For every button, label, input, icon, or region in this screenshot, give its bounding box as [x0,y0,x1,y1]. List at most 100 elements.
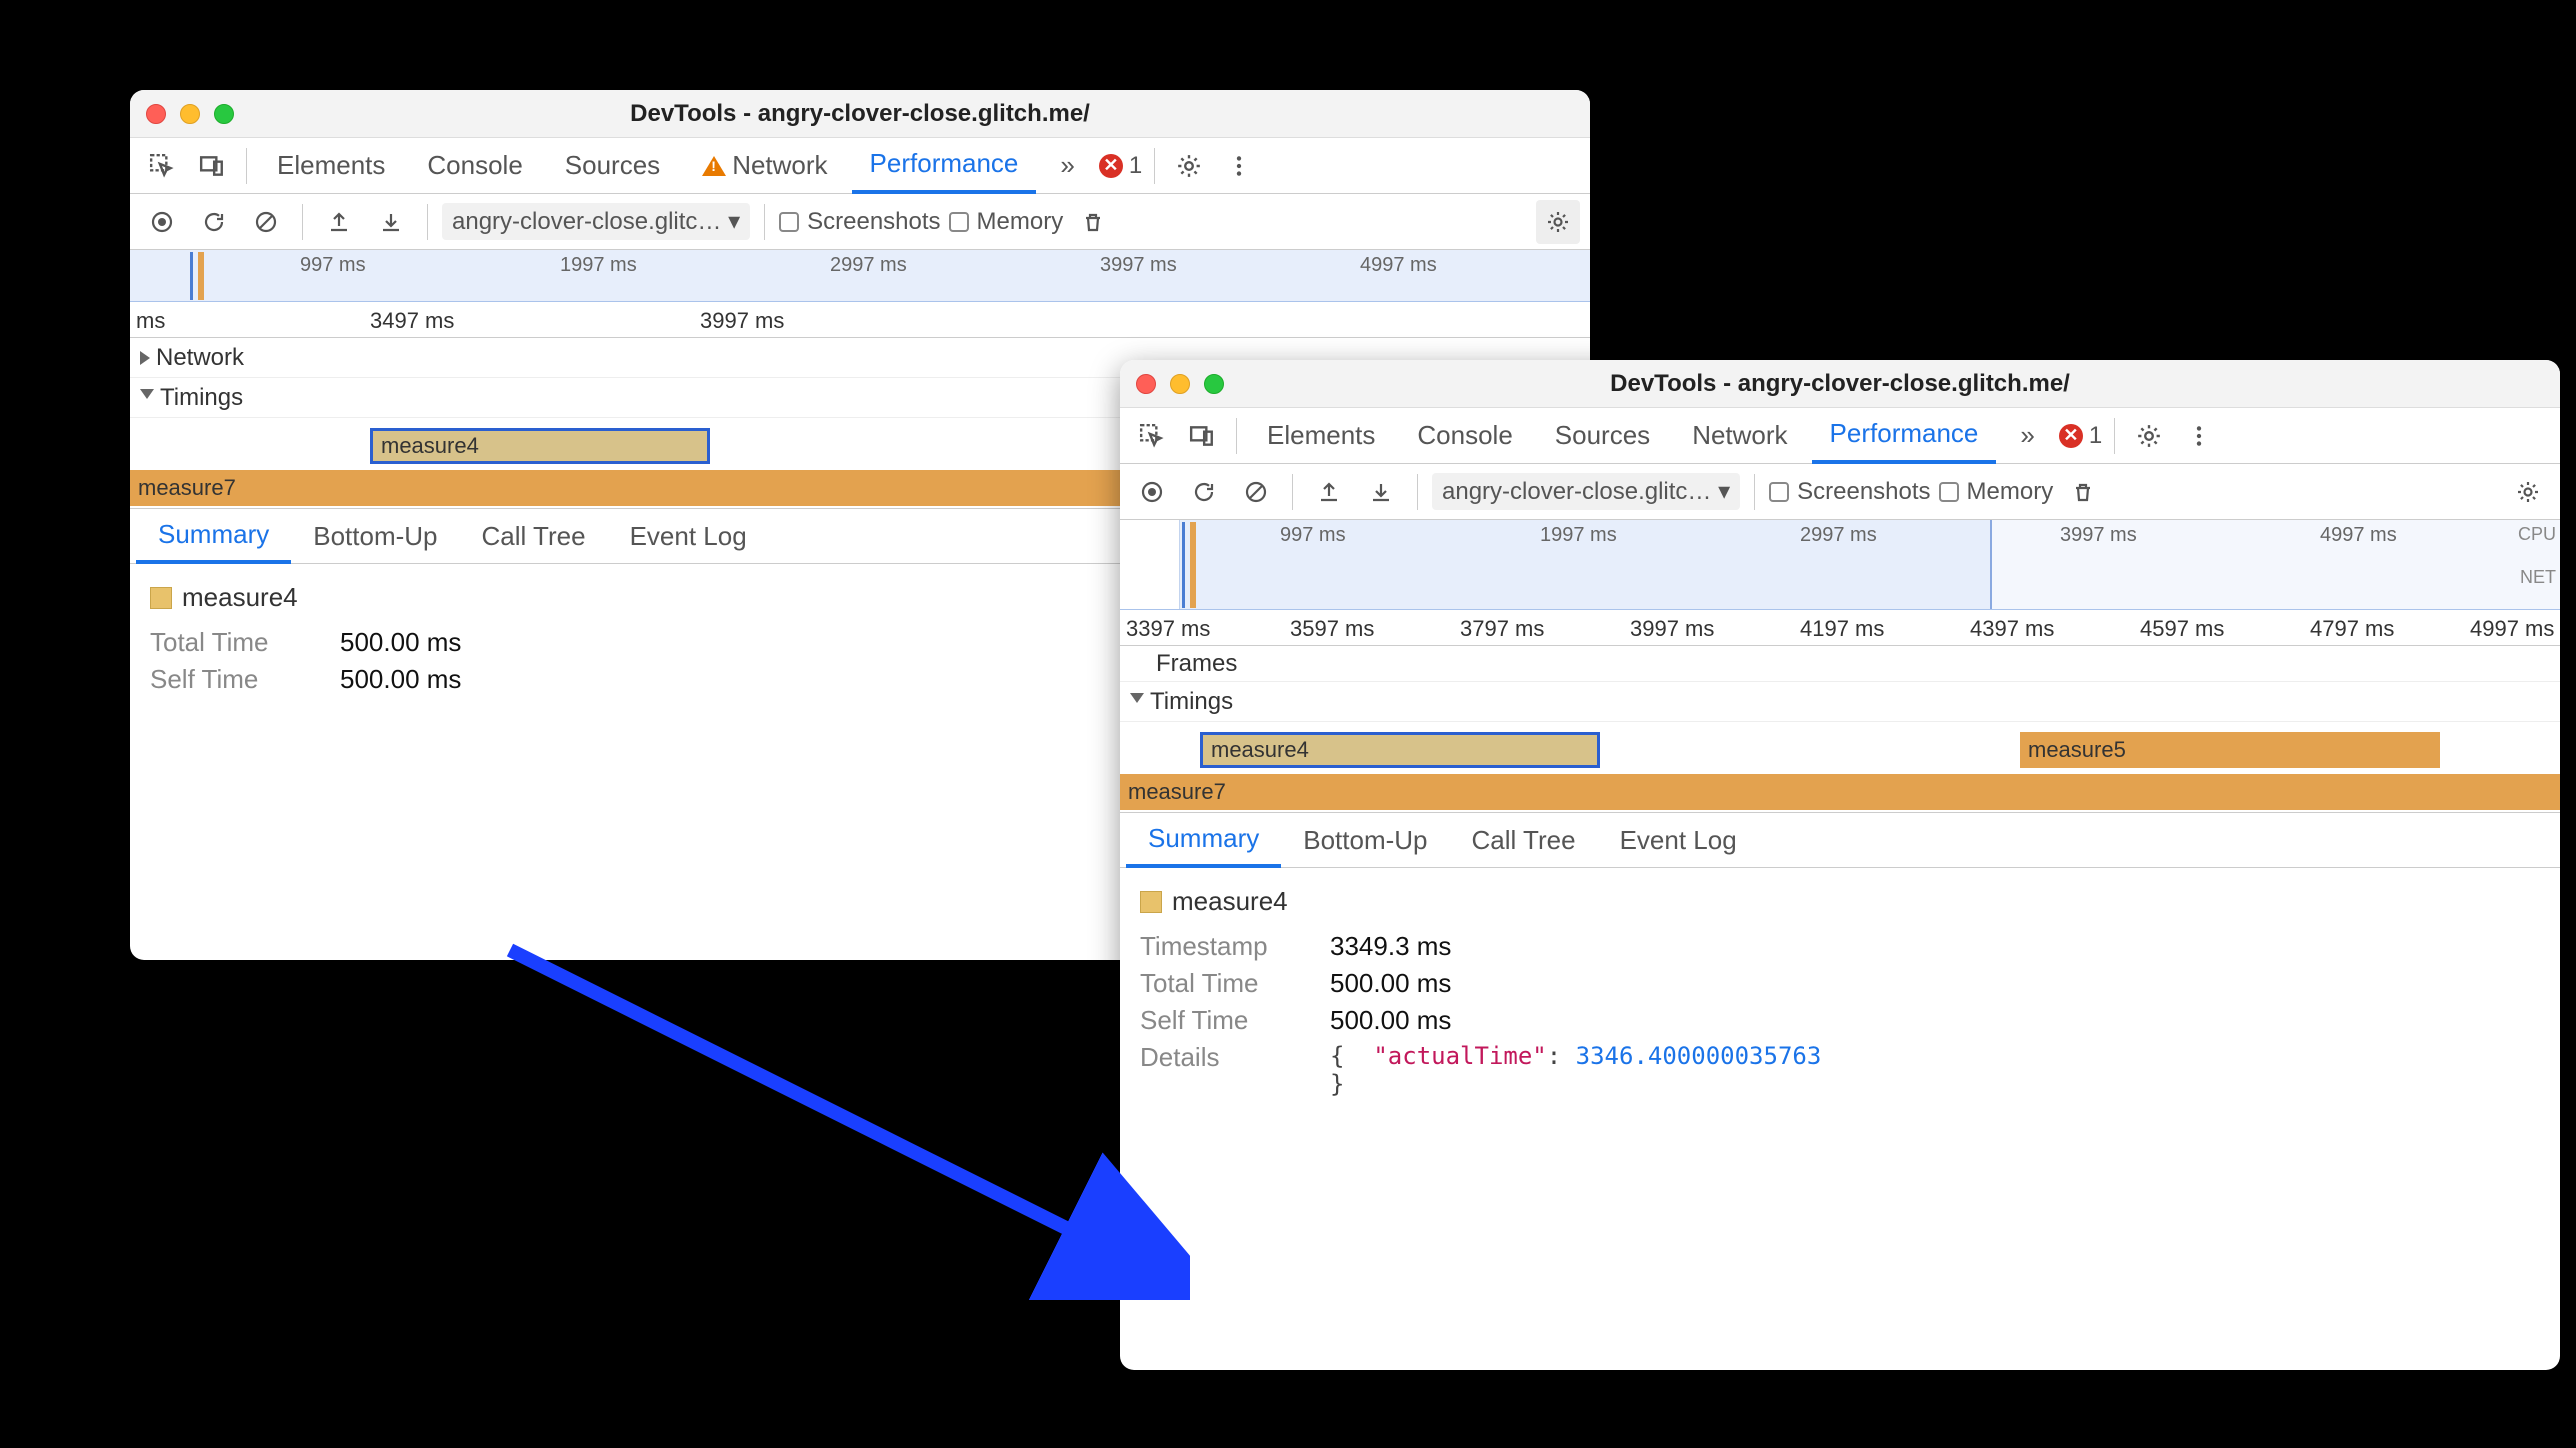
titlebar: DevTools - angry-clover-close.glitch.me/ [130,90,1590,138]
track-frames-label: Frames [1156,650,1237,678]
error-badge[interactable]: ✕ 1 [1099,152,1142,180]
tab-network-label: Network [732,150,827,181]
upload-icon[interactable] [1307,470,1351,514]
tab-elements[interactable]: Elements [1249,408,1393,464]
timeline-overview[interactable]: 997 ms 1997 ms 2997 ms 3997 ms 4997 ms [130,250,1590,302]
track-network-label: Network [156,344,244,372]
flamechart-area[interactable]: measure4 measure5 measure7 [1120,722,2560,812]
tab-network[interactable]: Network [684,138,845,194]
profile-selector[interactable]: angry-clover-close.glitc… ▾ [1432,473,1740,510]
tab-performance[interactable]: Performance [852,138,1037,194]
subtab-summary[interactable]: Summary [136,508,291,564]
reload-icon[interactable] [1182,470,1226,514]
fullscreen-window-button[interactable] [1204,374,1224,394]
flame-bar-measure7[interactable]: measure7 [1120,774,2560,810]
overview-tick: 2997 ms [830,254,907,277]
inspect-element-icon[interactable] [1130,414,1174,458]
download-icon[interactable] [1359,470,1403,514]
overview-tick: 2997 ms [1800,524,1877,547]
error-count: 1 [1129,152,1142,180]
error-badge[interactable]: ✕ 1 [2059,422,2102,450]
timeline-overview[interactable]: 997 ms 1997 ms 2997 ms 3997 ms 4997 ms C… [1120,520,2560,610]
ruler-tick: 4197 ms [1800,616,1884,642]
gc-icon[interactable] [2061,470,2105,514]
kebab-menu-icon[interactable] [1217,144,1261,188]
ruler-tick: 3597 ms [1290,616,1374,642]
close-window-button[interactable] [146,104,166,124]
summary-header: measure4 [1140,886,2540,917]
timestamp-label: Timestamp [1140,931,1310,962]
ruler-tick: 3397 ms [1126,616,1210,642]
subtab-eventlog[interactable]: Event Log [1598,812,1759,868]
overview-tick: 997 ms [1280,524,1346,547]
ruler-tick: 4597 ms [2140,616,2224,642]
record-icon[interactable] [1130,470,1174,514]
flame-bar-measure4[interactable]: measure4 [370,428,710,464]
details-json-key: "actualTime" [1373,1042,1546,1070]
subtab-summary[interactable]: Summary [1126,812,1281,868]
subtab-bottomup[interactable]: Bottom-Up [291,508,459,564]
annotation-arrow [470,930,1190,1300]
flamechart-ruler[interactable]: ms 3497 ms 3997 ms [130,302,1590,338]
screenshots-checkbox[interactable]: Screenshots [1769,478,1930,506]
device-toolbar-icon[interactable] [190,144,234,188]
memory-checkbox[interactable]: Memory [949,208,1064,236]
tab-sources[interactable]: Sources [547,138,678,194]
clear-icon[interactable] [1234,470,1278,514]
inspect-element-icon[interactable] [140,144,184,188]
tab-more[interactable]: » [1042,138,1092,194]
close-window-button[interactable] [1136,374,1156,394]
tab-console[interactable]: Console [409,138,540,194]
flame-bar-measure4[interactable]: measure4 [1200,732,1600,768]
tab-sources[interactable]: Sources [1537,408,1668,464]
capture-settings-icon[interactable] [1536,200,1580,244]
settings-icon[interactable] [1167,144,1211,188]
subtab-eventlog[interactable]: Event Log [608,508,769,564]
tab-more[interactable]: » [2002,408,2052,464]
download-icon[interactable] [369,200,413,244]
subtab-bottomup[interactable]: Bottom-Up [1281,812,1449,868]
color-swatch-icon [150,587,172,609]
flamechart-ruler[interactable]: 3397 ms 3597 ms 3797 ms 3997 ms 4197 ms … [1120,610,2560,646]
capture-settings-icon[interactable] [2506,470,2550,514]
total-time-label: Total Time [150,627,320,658]
collapsed-arrow-icon [140,351,150,365]
flame-bar-measure5[interactable]: measure5 [2020,732,2440,768]
subtab-calltree[interactable]: Call Tree [460,508,608,564]
profile-selector[interactable]: angry-clover-close.glitc… ▾ [442,203,750,240]
tab-console[interactable]: Console [1399,408,1530,464]
total-time-value: 500.00 ms [1330,968,1451,999]
overview-tick: 1997 ms [1540,524,1617,547]
memory-label: Memory [977,208,1064,236]
kebab-menu-icon[interactable] [2177,414,2221,458]
ruler-tick: 4997 ms [2470,616,2554,642]
minimize-window-button[interactable] [1170,374,1190,394]
track-timings[interactable]: Timings [1120,682,2560,722]
upload-icon[interactable] [317,200,361,244]
tab-elements[interactable]: Elements [259,138,403,194]
memory-checkbox[interactable]: Memory [1939,478,2054,506]
gc-icon[interactable] [1071,200,1115,244]
ruler-tick: 3997 ms [1630,616,1714,642]
record-icon[interactable] [140,200,184,244]
ruler-tick: 3997 ms [700,308,784,334]
color-swatch-icon [1140,891,1162,913]
minimize-window-button[interactable] [180,104,200,124]
error-icon: ✕ [2059,424,2083,448]
timestamp-value: 3349.3 ms [1330,931,1451,962]
settings-icon[interactable] [2127,414,2171,458]
details-json: { "actualTime": 3346.400000035763 } [1330,1042,1821,1098]
screenshots-checkbox[interactable]: Screenshots [779,208,940,236]
reload-icon[interactable] [192,200,236,244]
track-frames[interactable]: Frames [1120,646,2560,682]
tab-performance[interactable]: Performance [1812,408,1997,464]
window-title: DevTools - angry-clover-close.glitch.me/ [1120,370,2560,398]
subtab-calltree[interactable]: Call Tree [1450,812,1598,868]
screenshots-label: Screenshots [807,208,940,236]
device-toolbar-icon[interactable] [1180,414,1224,458]
tab-network[interactable]: Network [1674,408,1805,464]
overview-tick: 1997 ms [560,254,637,277]
fullscreen-window-button[interactable] [214,104,234,124]
clear-icon[interactable] [244,200,288,244]
details-json-value: 3346.400000035763 [1576,1042,1822,1070]
